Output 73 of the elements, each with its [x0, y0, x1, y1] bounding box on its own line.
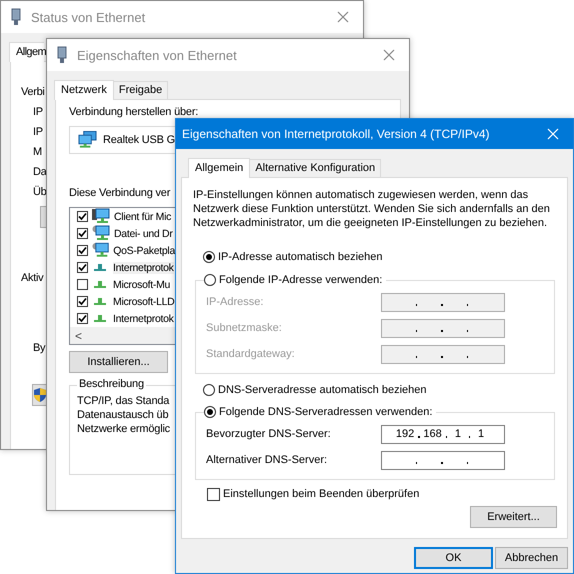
component-item[interactable]: Client für Mic	[70, 208, 175, 225]
field-label: Alternativer DNS-Server:	[206, 454, 328, 466]
checkbox[interactable]	[77, 279, 88, 290]
ip-address-field[interactable]	[381, 292, 505, 312]
properties-button[interactable]	[32, 384, 46, 406]
scroll-left-arrow[interactable]: <	[75, 328, 82, 342]
advanced-button[interactable]: Erweitert...	[470, 506, 557, 528]
field-label: IP	[33, 105, 43, 120]
close-icon[interactable]	[337, 11, 349, 23]
ip-address-field[interactable]	[381, 450, 505, 470]
checkbox[interactable]	[77, 228, 88, 239]
component-item[interactable]: Internetprotok	[70, 259, 175, 276]
ethernet-plug-icon	[11, 8, 21, 26]
section-heading: Verbi	[21, 85, 45, 100]
tab[interactable]: Allgemein	[188, 158, 250, 178]
computer-icon	[92, 208, 110, 225]
component-item[interactable]: Microsoft-Mu	[70, 276, 175, 293]
checkbox[interactable]	[77, 211, 88, 222]
ip-address-field[interactable]: 192 168 1 1	[381, 424, 505, 444]
radio-option[interactable]: IP-Adresse automatisch beziehen	[203, 250, 555, 264]
section-heading: Aktiv	[21, 271, 44, 286]
component-item[interactable]: Microsoft-LLD	[70, 293, 175, 310]
horizontal-scrollbar[interactable]: <	[70, 327, 175, 344]
field-label: Da	[33, 165, 46, 180]
adapter-name: Realtek USB G	[103, 134, 175, 146]
network-adapter-icon	[78, 131, 98, 149]
tab[interactable]: Allgem	[9, 42, 44, 62]
components-label: Diese Verbindung ver	[69, 187, 170, 200]
network-protocol-icon	[94, 264, 106, 271]
intro-text: IP-Einstellungen können automatisch zugewiesen werden, wenn das Netzwerk diese Funktion unterstützt. Wenden Sie sich andernfalls an den Netzwerkadministrator, um die geeigneten IP-Einstellungen zu beziehen.	[193, 188, 551, 230]
checkbox[interactable]	[77, 245, 88, 256]
checkbox[interactable]	[77, 262, 88, 273]
radio-option[interactable]: Folgende IP-Adresse verwenden:	[204, 273, 386, 287]
description-text: Datenaustausch üb	[77, 408, 168, 422]
close-icon[interactable]	[383, 49, 395, 61]
window-title: Status von Ethernet	[31, 10, 146, 24]
field-label: IP	[33, 125, 43, 140]
install-button[interactable]: Installieren...	[69, 351, 168, 373]
field-label: Üb	[33, 184, 46, 200]
radio-option[interactable]: DNS-Serveradresse automatisch beziehen	[203, 383, 555, 397]
description-text: Netzwerke ermöglic	[77, 422, 170, 436]
description-text: TCP/IP, das Standa	[77, 394, 170, 408]
window-title: Eigenschaften von Internetprotokoll, Version 4 (TCP/IPv4)	[182, 127, 490, 141]
ethernet-plug-icon	[57, 46, 67, 64]
ip-address-field[interactable]	[381, 318, 505, 338]
tab[interactable]: Netzwerk	[54, 80, 114, 100]
field-label: IP-Adresse:	[206, 296, 264, 308]
radio-option[interactable]: Folgende DNS-Serveradressen verwenden:	[204, 405, 436, 419]
field-label: Bevorzugter DNS-Server:	[206, 428, 331, 440]
ok-button[interactable]: OK	[414, 547, 493, 569]
network-protocol-icon	[94, 315, 106, 322]
computer-gear-icon	[92, 242, 110, 259]
network-protocol-icon	[94, 298, 106, 305]
component-item[interactable]: Datei- und Dr	[70, 225, 175, 242]
ip-address-field[interactable]	[381, 344, 505, 364]
validate-checkbox[interactable]: Einstellungen beim Beenden überprüfen	[207, 487, 555, 501]
network-protocol-icon	[94, 281, 106, 288]
component-item[interactable]: QoS-Paketpla	[70, 242, 175, 259]
checkbox[interactable]	[77, 296, 88, 307]
shield-icon	[34, 388, 46, 402]
tab[interactable]: Alternative Konfiguration	[249, 159, 382, 177]
window-title: Eigenschaften von Ethernet	[77, 48, 238, 62]
field-label: M	[33, 145, 42, 160]
tab[interactable]: Freigabe	[112, 81, 168, 99]
connect-label: Verbindung herstellen über:	[69, 106, 198, 119]
cancel-button[interactable]: Abbrechen	[495, 547, 568, 569]
component-item[interactable]: Internetprotok	[70, 310, 175, 327]
checkbox[interactable]	[77, 313, 88, 324]
field-label: Subnetzmaske:	[206, 322, 282, 334]
group-title: Beschreibung	[77, 378, 146, 390]
computer-gear-icon	[92, 225, 110, 242]
field-label: Standardgateway:	[206, 348, 295, 360]
field-label: By	[33, 341, 46, 356]
